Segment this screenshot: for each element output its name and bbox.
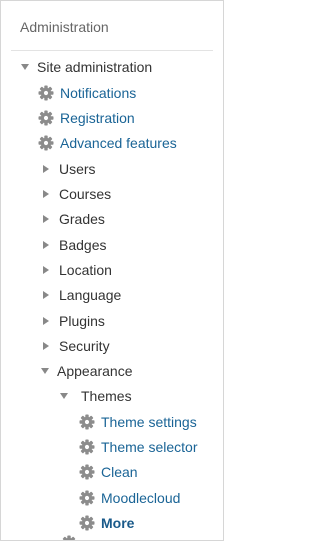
tree-node-security[interactable]: Security xyxy=(43,336,110,356)
users-label: Users xyxy=(59,161,96,177)
gear-icon xyxy=(79,414,95,430)
gear-icon xyxy=(61,535,77,541)
nav-link-theme-settings[interactable]: Theme settings xyxy=(79,412,197,432)
advanced-features-label: Advanced features xyxy=(60,135,177,151)
gear-icon xyxy=(79,515,95,531)
block-title: Administration xyxy=(20,19,109,35)
block-divider xyxy=(11,50,213,51)
nav-link-more[interactable]: More xyxy=(79,513,134,533)
gear-icon xyxy=(38,85,54,101)
gear-icon xyxy=(79,490,95,506)
caret-right-icon xyxy=(43,342,49,350)
registration-label: Registration xyxy=(60,110,135,126)
caret-right-icon xyxy=(43,165,49,173)
nav-link-registration[interactable]: Registration xyxy=(38,108,135,128)
tree-node-themes[interactable]: Themes xyxy=(60,386,132,406)
language-label: Language xyxy=(59,287,122,303)
themes-label: Themes xyxy=(81,388,132,404)
caret-right-icon xyxy=(43,266,49,274)
security-label: Security xyxy=(59,338,110,354)
theme-selector-label: Theme selector xyxy=(101,439,198,455)
caret-right-icon xyxy=(43,241,49,249)
appearance-label: Appearance xyxy=(57,363,133,379)
tree-node-language[interactable]: Language xyxy=(43,285,121,305)
caret-right-icon xyxy=(43,291,49,299)
clean-label: Clean xyxy=(101,464,138,480)
tree-node-courses[interactable]: Courses xyxy=(43,184,111,204)
gear-icon xyxy=(38,135,54,151)
caret-down-icon xyxy=(21,64,29,70)
tree-node-plugins[interactable]: Plugins xyxy=(43,311,105,331)
caret-down-icon xyxy=(60,393,68,399)
administration-block: Administration Site administration Notif… xyxy=(0,0,224,541)
site-administration-label: Site administration xyxy=(37,59,153,75)
gear-icon xyxy=(79,464,95,480)
tree-node-location[interactable]: Location xyxy=(43,260,112,280)
courses-label: Courses xyxy=(59,186,112,202)
tree-node-appearance[interactable]: Appearance xyxy=(41,361,133,381)
tree-node-users[interactable]: Users xyxy=(43,159,96,179)
badges-label: Badges xyxy=(59,237,107,253)
nav-link-clean[interactable]: Clean xyxy=(79,462,138,482)
nav-link-advanced-features[interactable]: Advanced features xyxy=(38,133,177,153)
nav-link-theme-selector[interactable]: Theme selector xyxy=(79,437,197,457)
tree-node-badges[interactable]: Badges xyxy=(43,235,106,255)
caret-down-icon xyxy=(41,368,49,374)
caret-right-icon xyxy=(43,215,49,223)
caret-right-icon xyxy=(43,317,49,325)
moodlecloud-label: Moodlecloud xyxy=(101,490,181,506)
gear-icon xyxy=(79,439,95,455)
theme-settings-label: Theme settings xyxy=(101,414,197,430)
location-label: Location xyxy=(59,262,112,278)
more-label: More xyxy=(101,515,135,531)
notifications-label: Notifications xyxy=(60,85,137,101)
nav-link-moodlecloud[interactable]: Moodlecloud xyxy=(79,488,180,508)
grades-label: Grades xyxy=(59,211,105,227)
gear-icon xyxy=(38,110,54,126)
tree-node-grades[interactable]: Grades xyxy=(43,209,105,229)
tree-node-site-administration[interactable]: Site administration xyxy=(21,57,152,77)
plugins-label: Plugins xyxy=(59,313,105,329)
caret-right-icon xyxy=(43,190,49,198)
nav-link-notifications[interactable]: Notifications xyxy=(38,83,136,103)
